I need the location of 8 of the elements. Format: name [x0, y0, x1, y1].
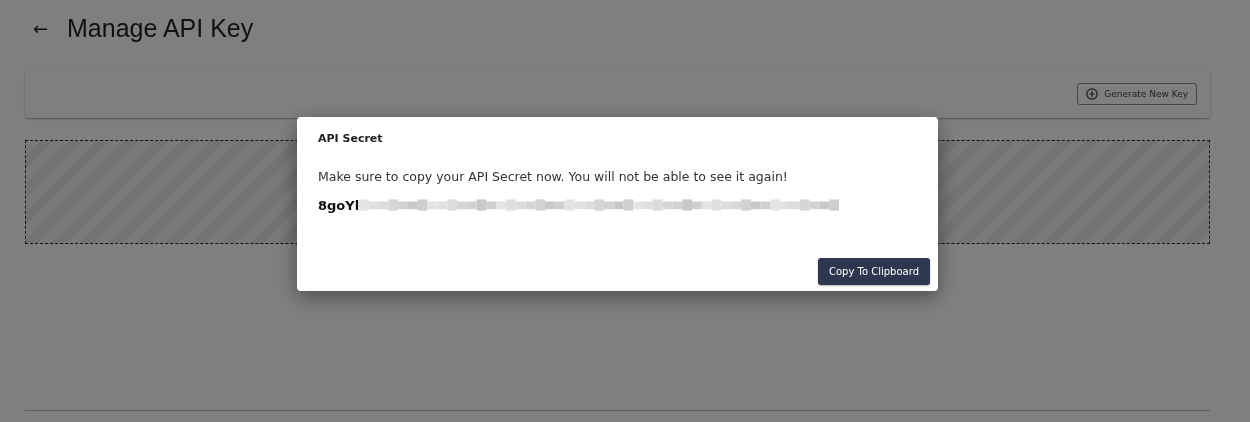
page-title: Manage API Key [67, 13, 254, 43]
dialog-message: Make sure to copy your API Secret now. You will not be able to see it again! [318, 169, 788, 184]
dialog-title: API Secret [318, 132, 383, 145]
api-secret: 8goYl [318, 197, 360, 213]
generate-key-button[interactable]: Generate New Key [1077, 83, 1197, 105]
back-arrow[interactable]: ← [33, 17, 67, 39]
copy-button[interactable]: Copy To Clipboard [818, 258, 930, 285]
plus-circle-icon [1086, 88, 1099, 100]
